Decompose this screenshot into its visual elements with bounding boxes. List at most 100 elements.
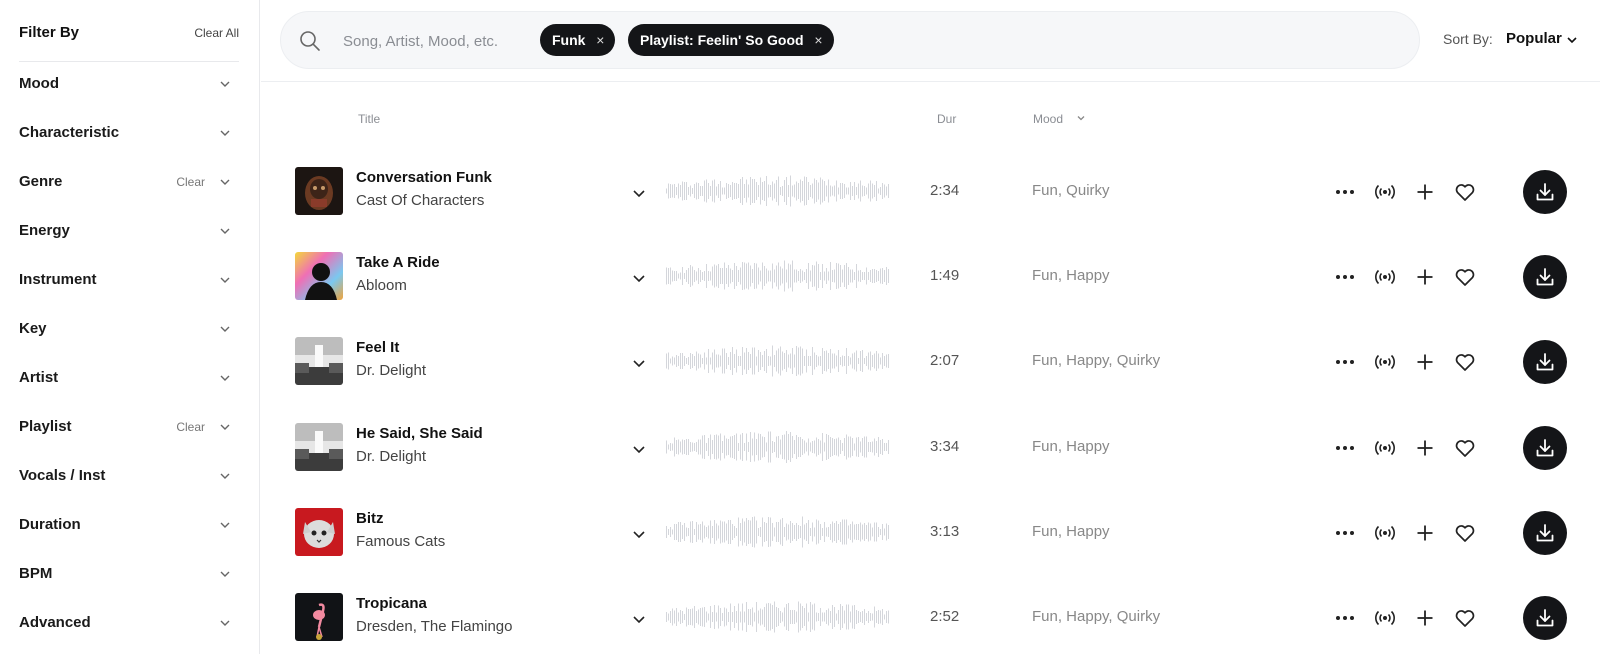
- track-title[interactable]: Bitz: [356, 510, 384, 527]
- column-mood[interactable]: Mood: [1033, 112, 1063, 126]
- facet-duration[interactable]: Duration: [19, 510, 239, 540]
- chevron-down-icon[interactable]: [1076, 113, 1086, 123]
- broadcast-icon[interactable]: [1373, 180, 1397, 204]
- column-duration[interactable]: Dur: [937, 112, 956, 126]
- waveform[interactable]: [666, 515, 894, 549]
- facet-characteristic[interactable]: Characteristic: [19, 118, 239, 148]
- search-input[interactable]: [343, 30, 521, 52]
- chevron-down-icon[interactable]: [631, 441, 647, 457]
- track-title[interactable]: He Said, She Said: [356, 425, 483, 442]
- waveform[interactable]: [666, 174, 894, 208]
- facet-instrument[interactable]: Instrument: [19, 265, 239, 295]
- track-title[interactable]: Tropicana: [356, 595, 427, 612]
- chevron-down-icon[interactable]: [631, 526, 647, 542]
- track-mood: Fun, Quirky: [1032, 182, 1110, 199]
- waveform[interactable]: [666, 344, 894, 378]
- heart-icon[interactable]: [1453, 265, 1477, 289]
- heart-icon[interactable]: [1453, 521, 1477, 545]
- plus-icon[interactable]: [1413, 180, 1437, 204]
- clear-all-button[interactable]: Clear All: [194, 26, 239, 40]
- waveform[interactable]: [666, 259, 894, 293]
- track-artist[interactable]: Dresden, The Flamingo: [356, 618, 512, 635]
- download-button[interactable]: [1523, 426, 1567, 470]
- chevron-down-icon[interactable]: [631, 611, 647, 627]
- more-icon[interactable]: [1333, 521, 1357, 545]
- broadcast-icon[interactable]: [1373, 265, 1397, 289]
- chip-label: Funk: [552, 32, 586, 48]
- more-icon[interactable]: [1333, 350, 1357, 374]
- chevron-down-icon[interactable]: [1566, 34, 1578, 46]
- chevron-down-icon[interactable]: [631, 185, 647, 201]
- track-artist[interactable]: Dr. Delight: [356, 362, 426, 379]
- plus-icon[interactable]: [1413, 265, 1437, 289]
- filter-title: Filter By: [19, 24, 80, 41]
- chevron-down-icon[interactable]: [631, 270, 647, 286]
- plus-icon[interactable]: [1413, 350, 1437, 374]
- more-icon[interactable]: [1333, 265, 1357, 289]
- facet-key[interactable]: Key: [19, 314, 239, 344]
- facet-artist[interactable]: Artist: [19, 363, 239, 393]
- download-button[interactable]: [1523, 511, 1567, 555]
- chevron-down-icon: [220, 130, 230, 136]
- filter-chip-playlist[interactable]: Playlist: Feelin' So Good ×: [628, 24, 834, 56]
- facet-clear-button[interactable]: Clear: [176, 175, 205, 189]
- track-duration: 2:07: [930, 352, 960, 369]
- track-artist[interactable]: Famous Cats: [356, 533, 445, 550]
- column-title[interactable]: Title: [358, 112, 380, 126]
- chip-label: Playlist: Feelin' So Good: [640, 32, 804, 48]
- track-artist[interactable]: Abloom: [356, 277, 407, 294]
- facet-vocals-inst[interactable]: Vocals / Inst: [19, 461, 239, 491]
- waveform[interactable]: [666, 430, 894, 464]
- download-icon: [1536, 268, 1554, 286]
- track-row[interactable]: Conversation Funk Cast Of Characters 2:34 F…: [261, 154, 1600, 238]
- broadcast-icon[interactable]: [1373, 521, 1397, 545]
- broadcast-icon[interactable]: [1373, 350, 1397, 374]
- track-mood: Fun, Happy: [1032, 523, 1110, 540]
- heart-icon[interactable]: [1453, 350, 1477, 374]
- track-row[interactable]: Take A Ride Abloom 1:49 Fun, Happy: [261, 239, 1600, 323]
- track-artist[interactable]: Cast Of Characters: [356, 192, 484, 209]
- facet-label: Characteristic: [19, 124, 120, 141]
- waveform[interactable]: [666, 600, 894, 634]
- download-button[interactable]: [1523, 596, 1567, 640]
- heart-icon[interactable]: [1453, 606, 1477, 630]
- track-title[interactable]: Take A Ride: [356, 254, 440, 271]
- chevron-down-icon[interactable]: [631, 355, 647, 371]
- chevron-down-icon: [220, 228, 230, 234]
- more-icon[interactable]: [1333, 606, 1357, 630]
- facet-mood[interactable]: Mood: [19, 69, 239, 99]
- more-icon[interactable]: [1333, 436, 1357, 460]
- facet-advanced[interactable]: Advanced: [19, 608, 239, 638]
- track-row[interactable]: He Said, She Said Dr. Delight 3:34 Fun, Hap…: [261, 410, 1600, 494]
- facet-energy[interactable]: Energy: [19, 216, 239, 246]
- track-row[interactable]: Bitz Famous Cats 3:13 Fun, Happy: [261, 495, 1600, 579]
- facet-bpm[interactable]: BPM: [19, 559, 239, 589]
- facet-playlist[interactable]: Playlist Clear: [19, 412, 239, 442]
- track-title[interactable]: Conversation Funk: [356, 169, 492, 186]
- facet-genre[interactable]: Genre Clear: [19, 167, 239, 197]
- chevron-down-icon: [220, 571, 230, 577]
- filter-chip-funk[interactable]: Funk ×: [540, 24, 616, 56]
- more-icon[interactable]: [1333, 180, 1357, 204]
- track-row[interactable]: Feel It Dr. Delight 2:07 Fun, Happy, Quirky: [261, 324, 1600, 408]
- plus-icon[interactable]: [1413, 436, 1437, 460]
- heart-icon[interactable]: [1453, 180, 1477, 204]
- track-title[interactable]: Feel It: [356, 339, 399, 356]
- track-artist[interactable]: Dr. Delight: [356, 448, 426, 465]
- close-icon[interactable]: ×: [596, 24, 604, 56]
- download-button[interactable]: [1523, 340, 1567, 384]
- broadcast-icon[interactable]: [1373, 436, 1397, 460]
- chevron-down-icon: [220, 424, 230, 430]
- sort-dropdown[interactable]: Popular: [1506, 30, 1562, 47]
- broadcast-icon[interactable]: [1373, 606, 1397, 630]
- plus-icon[interactable]: [1413, 606, 1437, 630]
- heart-icon[interactable]: [1453, 436, 1477, 460]
- download-icon: [1536, 524, 1554, 542]
- facet-label: Key: [19, 320, 47, 337]
- download-button[interactable]: [1523, 170, 1567, 214]
- facet-clear-button[interactable]: Clear: [176, 420, 205, 434]
- track-row[interactable]: Tropicana Dresden, The Flamingo 2:52 Fun, H…: [261, 580, 1600, 654]
- close-icon[interactable]: ×: [814, 24, 822, 56]
- download-button[interactable]: [1523, 255, 1567, 299]
- plus-icon[interactable]: [1413, 521, 1437, 545]
